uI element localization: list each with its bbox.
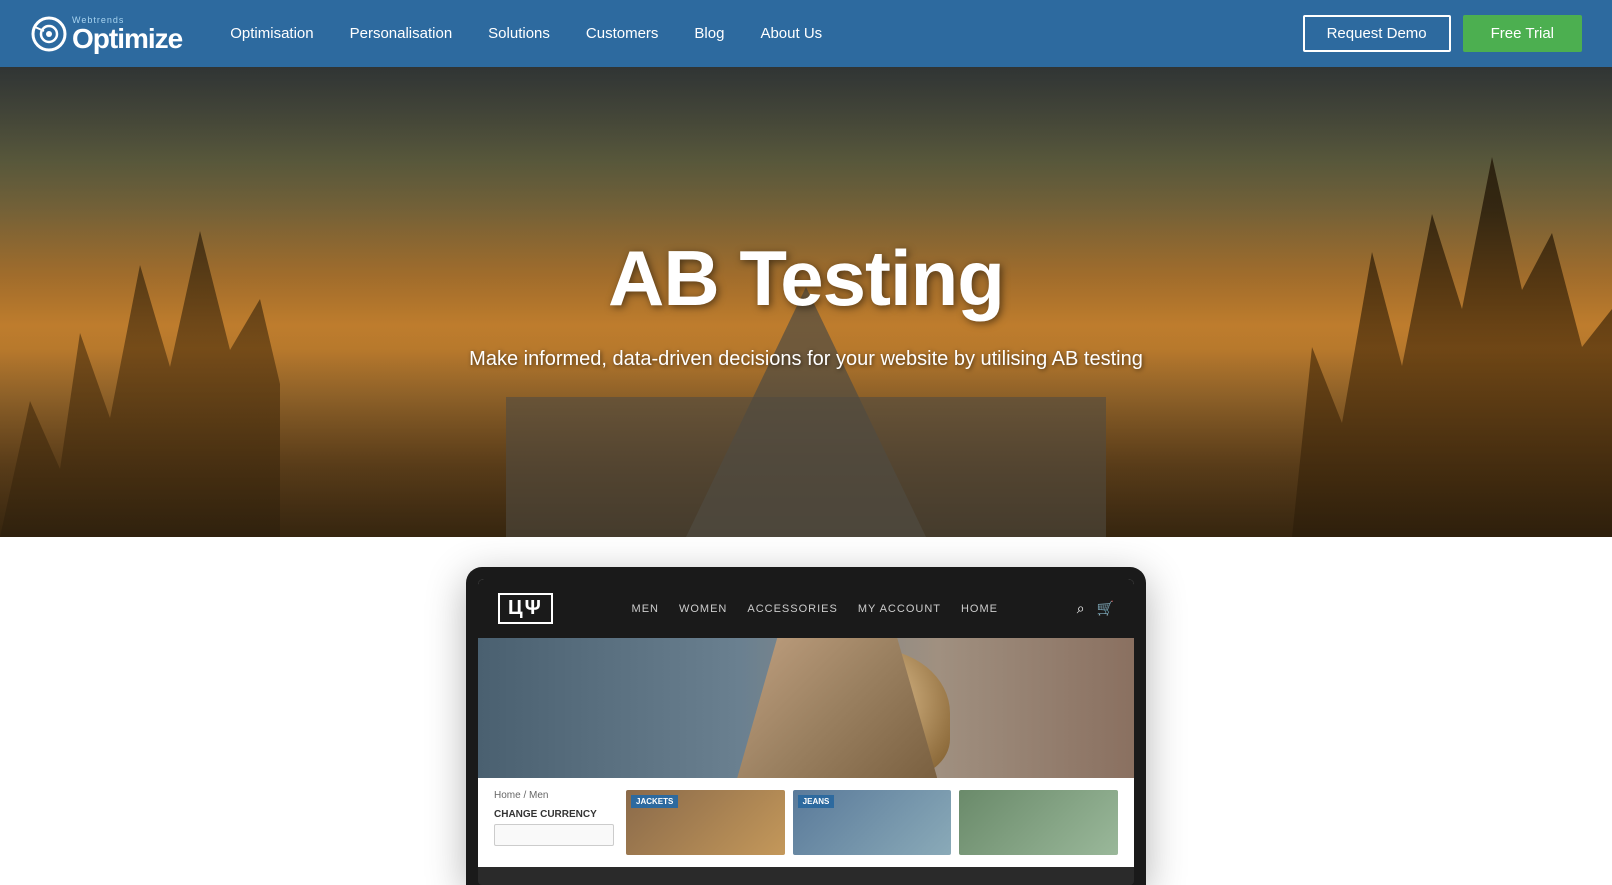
logo-text: Webtrends Optimize [72,15,182,53]
mock-nav-men: MEN [632,603,659,615]
mock-sidebar: Home / Men CHANGE CURRENCY [494,790,614,855]
mock-filter-label: CHANGE CURRENCY [494,809,614,820]
mock-hero-banner [478,638,1134,778]
optimize-logo-icon [30,15,68,53]
nav-link-personalisation[interactable]: Personalisation [332,25,471,42]
nav-link-customers[interactable]: Customers [568,25,677,42]
laptop-screen: ЦΨ MEN WOMEN ACCESSORIES MY ACCOUNT HOME… [478,579,1134,867]
hero-content: AB Testing Make informed, data-driven de… [449,233,1163,371]
mock-product-jackets: JACKETS [626,790,785,855]
mock-product-third [959,790,1118,855]
mock-cart-icon: 🛒 [1097,600,1114,617]
navbar: Webtrends Optimize Optimisation Personal… [0,0,1612,67]
nav-link-about[interactable]: About Us [742,25,840,42]
logo[interactable]: Webtrends Optimize [30,15,182,53]
mock-products-grid: JACKETS JEANS [626,790,1118,855]
mock-product-jeans: JEANS [793,790,952,855]
laptop-section: ЦΨ MEN WOMEN ACCESSORIES MY ACCOUNT HOME… [0,537,1612,885]
nav-link-optimisation[interactable]: Optimisation [212,25,331,42]
hero-subtitle: Make informed, data-driven decisions for… [469,348,1143,371]
mock-site-icons: ⌕ 🛒 [1077,600,1114,617]
nav-item-customers[interactable]: Customers [568,25,677,43]
hero-title: AB Testing [469,233,1143,324]
hero-section: AB Testing Make informed, data-driven de… [0,67,1612,537]
laptop-mockup: ЦΨ MEN WOMEN ACCESSORIES MY ACCOUNT HOME… [466,567,1146,885]
nav-item-optimisation[interactable]: Optimisation [212,25,331,43]
mock-nav-accessories: ACCESSORIES [747,603,837,615]
nav-link-blog[interactable]: Blog [676,25,742,42]
mock-search-icon: ⌕ [1077,600,1085,617]
logo-optimize: Optimize [72,25,182,53]
mock-breadcrumb: Home / Men [494,790,614,801]
laptop-bottom-bar [478,867,1134,885]
nav-link-solutions[interactable]: Solutions [470,25,568,42]
laptop-frame: ЦΨ MEN WOMEN ACCESSORIES MY ACCOUNT HOME… [466,567,1146,885]
mock-filter-box [494,824,614,846]
mock-nav-home: HOME [961,603,998,615]
mock-content-area: Home / Men CHANGE CURRENCY JACKETS JEANS [478,778,1134,867]
nav-item-blog[interactable]: Blog [676,25,742,43]
mock-product-label-jeans: JEANS [798,795,835,808]
laptop-notch [776,579,836,589]
nav-item-solutions[interactable]: Solutions [470,25,568,43]
nav-item-about[interactable]: About Us [742,25,840,43]
navbar-actions: Request Demo Free Trial [1303,15,1582,52]
nav-item-personalisation[interactable]: Personalisation [332,25,471,43]
free-trial-button[interactable]: Free Trial [1463,15,1582,52]
mock-site-nav-links: MEN WOMEN ACCESSORIES MY ACCOUNT HOME [632,603,998,615]
mock-site-logo: ЦΨ [498,593,553,624]
request-demo-button[interactable]: Request Demo [1303,15,1451,52]
navbar-nav: Optimisation Personalisation Solutions C… [212,25,1302,43]
mock-product-label-jackets: JACKETS [631,795,678,808]
mock-product-img-third [959,790,1118,855]
mock-nav-myaccount: MY ACCOUNT [858,603,941,615]
mock-nav-women: WOMEN [679,603,727,615]
